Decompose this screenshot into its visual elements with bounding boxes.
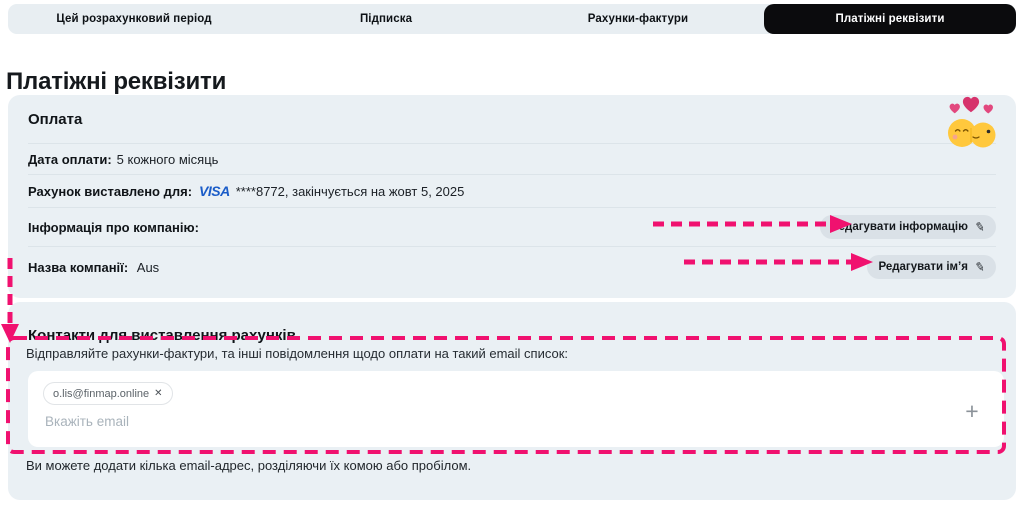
- add-email-icon[interactable]: +: [960, 399, 984, 423]
- email-chip[interactable]: o.lis@finmap.online ✕: [43, 382, 173, 405]
- visa-logo: VISA: [199, 183, 230, 199]
- remove-email-icon[interactable]: ✕: [154, 388, 162, 399]
- email-list-input-area[interactable]: o.lis@finmap.online ✕ +: [28, 371, 1004, 447]
- billed-to-row: Рахунок виставлено для: VISA ****8772, з…: [28, 174, 996, 207]
- tab-current-billing-period[interactable]: Цей розрахунковий період: [8, 4, 260, 34]
- company-name-value: Aus: [136, 259, 160, 275]
- pencil-icon: ✎: [973, 219, 987, 235]
- page-title: Платіжні реквізити: [6, 68, 227, 96]
- payment-card-title: Оплата: [28, 110, 83, 128]
- company-info-row: Інформація про компанію: Редагувати інфо…: [28, 207, 996, 246]
- email-input[interactable]: [43, 409, 917, 433]
- company-name-row: Назва компанії: Aus Редагувати ім’я ✎: [28, 246, 996, 287]
- couple-kiss-hearts-emoji: [942, 95, 1000, 149]
- payment-card: Оплата Дата оплати: 5 кожного місяць Рах…: [8, 95, 1016, 298]
- payment-date-row: Дата оплати: 5 кожного місяць: [28, 143, 996, 174]
- email-chip-address: o.lis@finmap.online: [53, 387, 150, 400]
- billing-contacts-card: Контакти для виставлення рахунків Відпра…: [8, 302, 1016, 500]
- company-name-label: Назва компанії:: [28, 259, 129, 275]
- tab-invoices[interactable]: Рахунки-фактури: [512, 4, 764, 34]
- edit-info-button[interactable]: Редагувати інформацію ✎: [820, 215, 996, 239]
- billing-settings-page: Цей розрахунковий період Підписка Рахунк…: [0, 0, 1024, 509]
- billing-tab-bar: Цей розрахунковий період Підписка Рахунк…: [8, 4, 1016, 34]
- edit-info-button-label: Редагувати інформацію: [831, 221, 968, 233]
- tab-subscription[interactable]: Підписка: [260, 4, 512, 34]
- tab-payment-details[interactable]: Платіжні реквізити: [764, 4, 1016, 34]
- company-info-label: Інформація про компанію:: [28, 219, 199, 235]
- payment-date-label: Дата оплати:: [28, 151, 112, 167]
- edit-name-button-label: Редагувати ім’я: [878, 261, 968, 273]
- billing-contacts-title: Контакти для виставлення рахунків: [28, 327, 296, 344]
- multiple-emails-hint: Ви можете додати кілька email-адрес, роз…: [26, 458, 472, 473]
- email-list-instruction: Відправляйте рахунки-фактури, та інші по…: [26, 346, 569, 361]
- edit-name-button[interactable]: Редагувати ім’я ✎: [867, 255, 996, 279]
- pencil-icon: ✎: [973, 259, 987, 275]
- billed-to-label: Рахунок виставлено для:: [28, 183, 193, 199]
- card-number-expiry-value: ****8772, закінчується на жовт 5, 2025: [235, 183, 465, 199]
- payment-date-value: 5 кожного місяць: [116, 151, 219, 167]
